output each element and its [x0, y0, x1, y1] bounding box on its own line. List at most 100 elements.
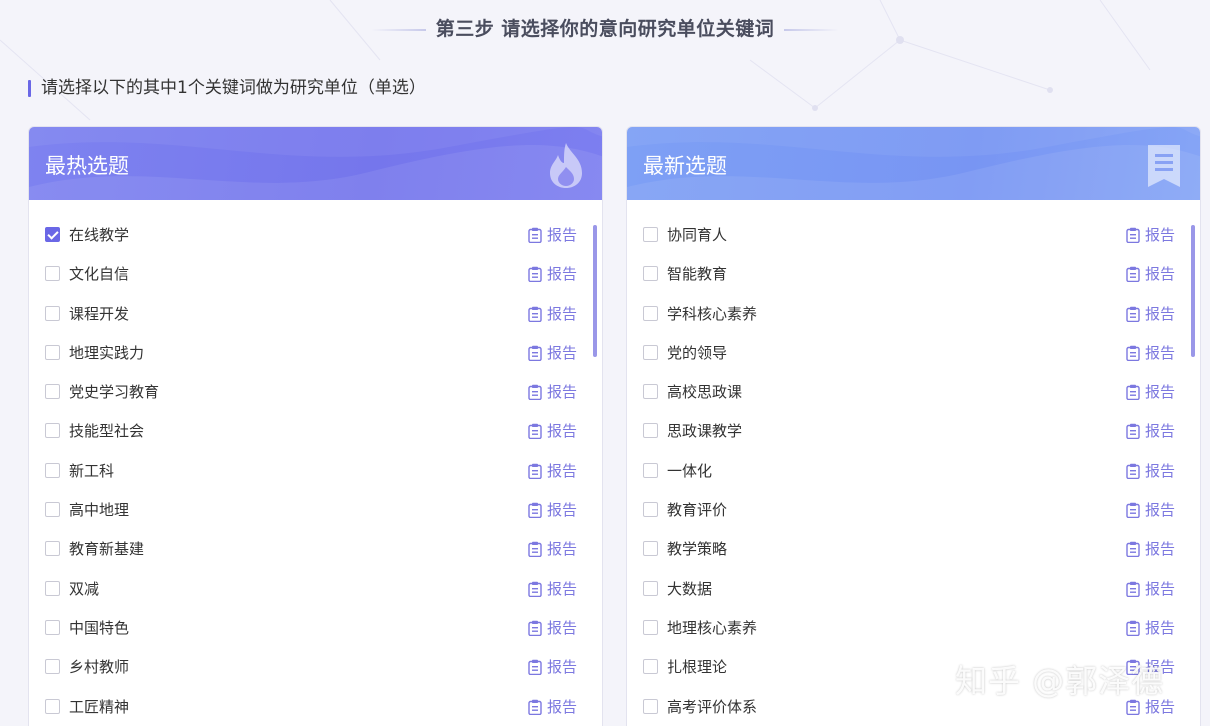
keyword-checkbox[interactable]: [643, 305, 658, 321]
keyword-row[interactable]: 党史学习教育 报告: [29, 374, 602, 413]
keyword-checkbox[interactable]: [643, 541, 658, 557]
keyword-checkbox[interactable]: [643, 227, 658, 242]
report-link[interactable]: 报告: [1126, 421, 1175, 441]
keyword-row[interactable]: 思政课教学 报告: [627, 413, 1200, 452]
report-link[interactable]: 报告: [528, 579, 577, 599]
report-link[interactable]: 报告: [528, 618, 577, 638]
report-link[interactable]: 报告: [1126, 343, 1175, 363]
keyword-row[interactable]: 中国特色 报告: [29, 610, 602, 649]
new-topics-scrollbar[interactable]: [1191, 225, 1196, 726]
hot-topics-scrollbar[interactable]: [593, 225, 598, 726]
keyword-checkbox[interactable]: [45, 698, 60, 714]
keyword-row[interactable]: 党的领导 报告: [627, 335, 1200, 374]
keyword-checkbox[interactable]: [643, 698, 658, 714]
report-link[interactable]: 报告: [528, 264, 577, 284]
title-decoration-left: [370, 28, 426, 31]
keyword-checkbox[interactable]: [643, 462, 658, 478]
report-link[interactable]: 报告: [1126, 225, 1175, 245]
hot-topics-panel: 最热选题 在线教学 报告 文化自信 报告 课程开发 报告 地理实践力 报告 党史学习教育 报告 技能…: [28, 126, 603, 726]
keyword-row[interactable]: 智能教育 报告: [627, 256, 1200, 295]
keyword-label: 智能教育: [667, 265, 728, 284]
report-link[interactable]: 报告: [528, 225, 577, 245]
new-topics-scroll-thumb[interactable]: [1191, 225, 1195, 357]
report-link[interactable]: 报告: [1126, 618, 1175, 638]
keyword-checkbox[interactable]: [45, 384, 60, 400]
keyword-row[interactable]: 在线教学 报告: [29, 217, 602, 256]
clipboard-icon: [528, 542, 542, 558]
keyword-row[interactable]: 高中地理 报告: [29, 492, 602, 531]
keyword-label: 地理实践力: [69, 343, 145, 362]
keyword-checkbox[interactable]: [45, 344, 60, 360]
clipboard-icon: [528, 306, 542, 322]
report-link[interactable]: 报告: [1126, 382, 1175, 402]
keyword-row[interactable]: 课程开发 报告: [29, 296, 602, 335]
keyword-row[interactable]: 双减 报告: [29, 571, 602, 610]
keyword-row[interactable]: 乡村教师 报告: [29, 649, 602, 688]
keyword-row[interactable]: 技能型社会 报告: [29, 413, 602, 452]
hot-topics-header: 最热选题: [29, 127, 602, 200]
keyword-checkbox[interactable]: [643, 619, 658, 635]
keyword-row[interactable]: 文化自信 报告: [29, 256, 602, 295]
keyword-label: 高中地理: [69, 501, 130, 520]
keyword-checkbox[interactable]: [45, 462, 60, 478]
keyword-row[interactable]: 工匠精神 报告: [29, 689, 602, 726]
report-link[interactable]: 报告: [1126, 579, 1175, 599]
report-link[interactable]: 报告: [528, 343, 577, 363]
keyword-checkbox[interactable]: [643, 580, 658, 596]
report-link[interactable]: 报告: [528, 461, 577, 481]
keyword-label: 工匠精神: [69, 697, 130, 716]
keyword-row[interactable]: 教学策略 报告: [627, 531, 1200, 570]
keyword-row[interactable]: 新工科 报告: [29, 453, 602, 492]
report-link-label: 报告: [547, 579, 578, 598]
keyword-checkbox[interactable]: [643, 344, 658, 360]
keyword-checkbox[interactable]: [643, 502, 658, 518]
clipboard-icon: [1126, 581, 1140, 597]
report-link-label: 报告: [1145, 501, 1176, 520]
keyword-row[interactable]: 协同育人 报告: [627, 217, 1200, 256]
keyword-checkbox[interactable]: [45, 502, 60, 518]
keyword-checkbox[interactable]: [45, 227, 60, 242]
report-link[interactable]: 报告: [528, 421, 577, 441]
keyword-label: 教育新基建: [69, 540, 145, 559]
keyword-checkbox[interactable]: [643, 266, 658, 282]
keyword-row[interactable]: 大数据 报告: [627, 571, 1200, 610]
report-link[interactable]: 报告: [528, 697, 577, 717]
report-link[interactable]: 报告: [1126, 304, 1175, 324]
keyword-checkbox[interactable]: [643, 384, 658, 400]
step-title-text: 第三步 请选择你的意向研究单位关键词: [435, 18, 775, 40]
clipboard-icon: [528, 227, 542, 243]
report-link[interactable]: 报告: [1126, 461, 1175, 481]
keyword-checkbox[interactable]: [45, 659, 60, 675]
keyword-checkbox[interactable]: [45, 305, 60, 321]
new-topics-list: 协同育人 报告 智能教育 报告 学科核心素养 报告 党的领导 报告 高校思政课 报告 思政课教学 报告…: [627, 217, 1200, 726]
keyword-row[interactable]: 教育新基建 报告: [29, 531, 602, 570]
report-link[interactable]: 报告: [528, 382, 577, 402]
report-link[interactable]: 报告: [528, 304, 577, 324]
report-link[interactable]: 报告: [528, 539, 577, 559]
keyword-checkbox[interactable]: [643, 423, 658, 439]
keyword-checkbox[interactable]: [643, 659, 658, 675]
report-link[interactable]: 报告: [1126, 500, 1175, 520]
clipboard-icon: [1126, 306, 1140, 322]
clipboard-icon: [1126, 502, 1140, 519]
keyword-checkbox[interactable]: [45, 266, 60, 282]
keyword-row[interactable]: 地理实践力 报告: [29, 335, 602, 374]
keyword-row[interactable]: 高校思政课 报告: [627, 374, 1200, 413]
keyword-label: 一体化: [667, 461, 713, 480]
keyword-label: 党的领导: [667, 343, 728, 362]
report-link[interactable]: 报告: [528, 657, 577, 677]
report-link[interactable]: 报告: [1126, 264, 1175, 284]
new-topics-header: 最新选题: [627, 127, 1200, 200]
report-link[interactable]: 报告: [1126, 539, 1175, 559]
keyword-row[interactable]: 学科核心素养 报告: [627, 296, 1200, 335]
hot-topics-scroll-thumb[interactable]: [593, 225, 597, 357]
report-link[interactable]: 报告: [528, 500, 577, 520]
keyword-checkbox[interactable]: [45, 619, 60, 635]
keyword-checkbox[interactable]: [45, 423, 60, 439]
keyword-row[interactable]: 教育评价 报告: [627, 492, 1200, 531]
keyword-row[interactable]: 一体化 报告: [627, 453, 1200, 492]
keyword-checkbox[interactable]: [45, 541, 60, 557]
keyword-checkbox[interactable]: [45, 580, 60, 596]
keyword-row[interactable]: 地理核心素养 报告: [627, 610, 1200, 649]
clipboard-icon: [528, 620, 542, 636]
